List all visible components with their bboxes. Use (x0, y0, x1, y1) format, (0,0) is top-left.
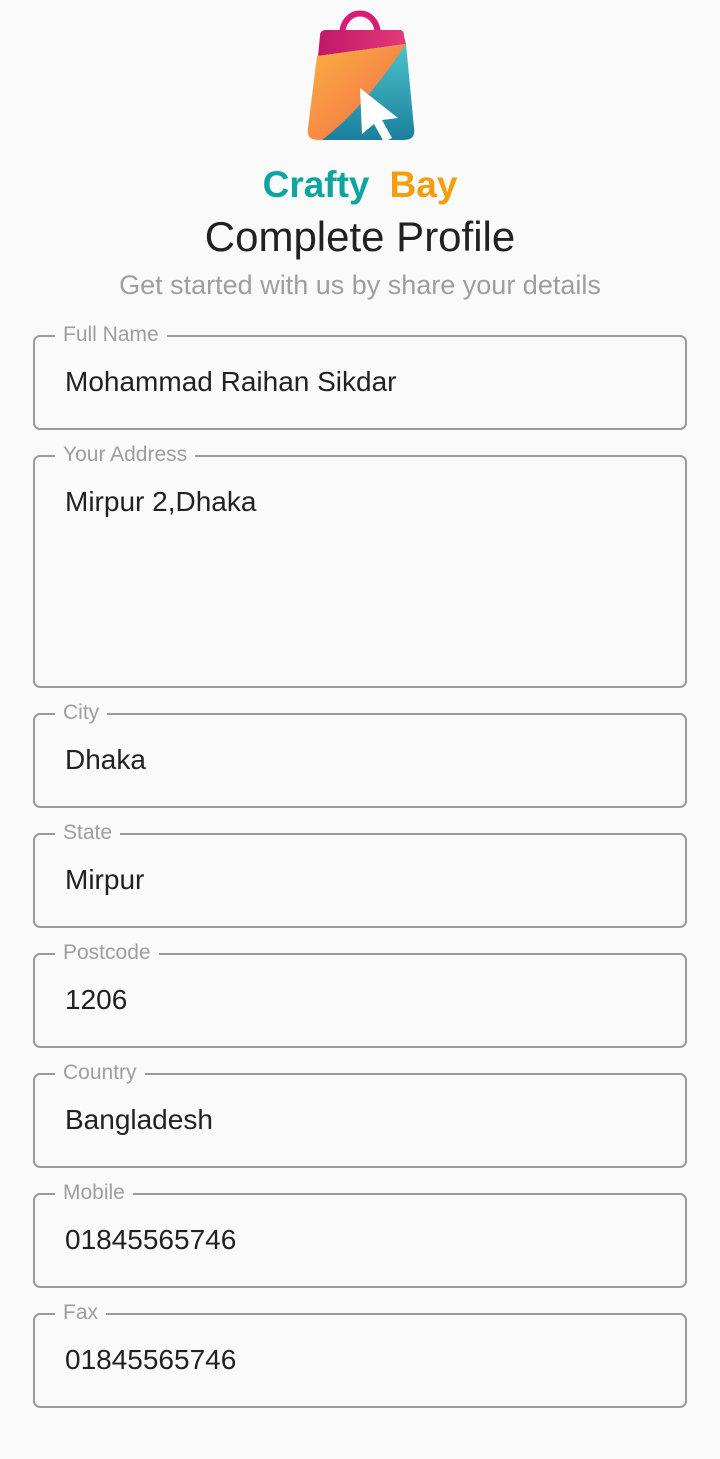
page-subtitle: Get started with us by share your detail… (119, 270, 601, 300)
city-label: City (55, 700, 108, 726)
full-name-label: Full Name (55, 322, 167, 348)
postcode-value: 1206 (65, 984, 128, 1015)
address-value: Mirpur 2,Dhaka (65, 486, 257, 517)
brand-name: Crafty Bay (0, 160, 720, 210)
app-logo-icon (302, 0, 418, 146)
full-name-field[interactable]: Full Name Mohammad Raihan Sikdar (33, 322, 687, 430)
page-title: Complete Profile (204, 213, 516, 260)
fax-label: Fax (55, 1300, 107, 1326)
city-value: Dhaka (65, 744, 146, 775)
brand-word-bay: Bay (389, 164, 458, 205)
address-label: Your Address (55, 442, 196, 468)
mobile-field[interactable]: Mobile 01845565746 (33, 1180, 687, 1288)
state-field[interactable]: State Mirpur (33, 820, 687, 928)
brand-word-crafty: Crafty (262, 164, 370, 205)
mobile-value: 01845565746 (65, 1224, 237, 1255)
fax-field[interactable]: Fax 01845565746 (33, 1300, 687, 1408)
country-field[interactable]: Country Bangladesh (33, 1060, 687, 1168)
country-label: Country (55, 1060, 145, 1086)
address-field[interactable]: Your Address Mirpur 2,Dhaka (33, 442, 687, 688)
fax-value: 01845565746 (65, 1344, 237, 1375)
mobile-label: Mobile (55, 1180, 133, 1206)
city-field[interactable]: City Dhaka (33, 700, 687, 808)
state-value: Mirpur (65, 864, 145, 895)
full-name-value: Mohammad Raihan Sikdar (65, 366, 397, 397)
postcode-field[interactable]: Postcode 1206 (33, 940, 687, 1048)
country-value: Bangladesh (65, 1104, 213, 1135)
postcode-label: Postcode (55, 940, 159, 966)
state-label: State (55, 820, 121, 846)
